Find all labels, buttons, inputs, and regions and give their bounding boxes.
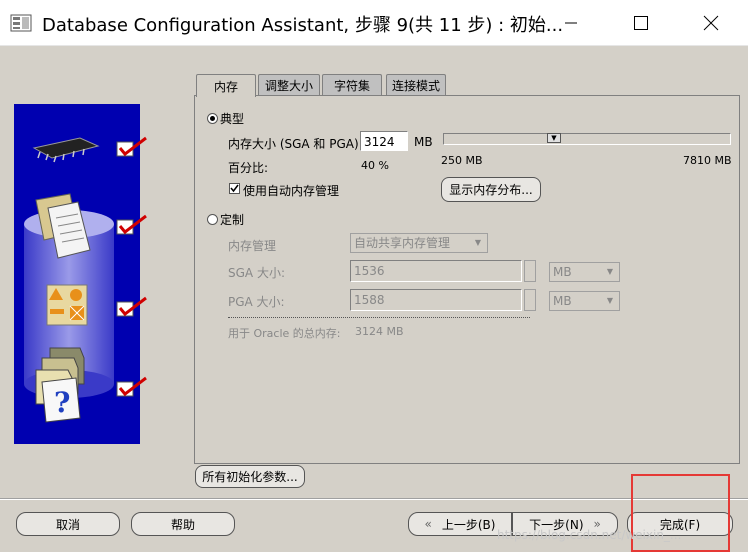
custom-radio-label: 定制 [220,213,245,227]
memory-size-label: 内存大小 (SGA 和 PGA): [228,137,363,151]
memory-chip-icon [32,137,100,163]
minimize-button[interactable] [548,0,594,45]
typical-radio-label: 典型 [220,112,245,126]
watermark-text: https://blog.csdn.net/weixin_... [497,528,682,542]
tab-connection-mode[interactable]: 连接模式 [386,74,446,96]
dialog-client-area: ? 内存 调整大小 字符集 连接模式 典型 内存大小 (SGA 和 PGA): … [0,46,748,552]
check-mark-icon [116,136,147,157]
tab-character-sets[interactable]: 字符集 [322,74,382,96]
step-check-1 [116,136,150,161]
memory-size-input[interactable]: 3124 [360,131,408,151]
sga-unit-select[interactable]: MB ▼ [549,262,620,282]
minimize-icon [565,22,577,23]
svg-text:?: ? [54,386,70,419]
title-bar: Database Configuration Assistant, 步骤 9(共… [0,0,748,46]
folders-help-icon: ? [35,347,85,423]
percent-label: 百分比: [228,161,269,175]
memory-management-value: 自动共享内存管理 [354,236,451,250]
maximize-button[interactable] [618,0,664,45]
slider-min-label: 250 MB [441,154,483,167]
database-app-icon [10,14,32,32]
auto-memory-label: 使用自动内存管理 [243,184,340,198]
shapes-icon [46,284,88,326]
slider-max-label: 7810 MB [683,154,732,167]
memory-size-unit: MB [414,135,433,149]
memory-size-slider[interactable]: ▼ [443,133,731,145]
chevron-down-icon: ▼ [606,267,614,276]
step-check-4 [116,376,150,401]
tab-memory[interactable]: 内存 [196,74,256,97]
window-title: Database Configuration Assistant, 步骤 9(共… [42,15,564,36]
memory-tab-panel: 典型 内存大小 (SGA 和 PGA): 3124 MB ▼ 250 MB 78… [194,95,740,464]
pga-unit-value: MB [553,294,572,308]
total-memory-value: 3124 MB [355,325,404,338]
back-button-label: 上一步(B) [441,517,496,532]
pga-unit-select[interactable]: MB ▼ [549,291,620,311]
sga-size-label: SGA 大小: [228,266,285,280]
custom-divider [228,317,530,318]
sga-size-input[interactable]: 1536 [350,260,522,282]
check-mark-icon [116,296,147,317]
all-init-params-button[interactable]: 所有初始化参数... [195,465,305,488]
step-check-3 [116,296,150,321]
close-button[interactable] [688,0,734,45]
check-mark-icon [116,376,147,397]
chevron-down-icon: ▼ [474,238,482,247]
custom-radio[interactable] [207,214,218,225]
show-memory-distribution-button[interactable]: 显示内存分布... [441,177,541,202]
tab-sizing[interactable]: 调整大小 [258,74,320,96]
cancel-button[interactable]: 取消 [16,512,120,536]
chevron-down-icon: ▼ [606,296,614,305]
footer-separator [0,498,748,500]
total-memory-label: 用于 Oracle 的总内存: [228,327,341,340]
typical-radio[interactable] [207,113,218,124]
memory-management-select[interactable]: 自动共享内存管理 ▼ [350,233,488,253]
pga-size-input[interactable]: 1588 [350,289,522,311]
auto-memory-checkbox[interactable] [229,183,240,194]
checkbox-check-icon [230,184,239,193]
pga-size-spinner[interactable] [524,289,536,311]
maximize-icon [634,15,648,30]
chevron-left-double-icon: « [424,517,432,531]
sga-unit-value: MB [553,265,572,279]
help-button[interactable]: 帮助 [131,512,235,536]
check-mark-icon [116,214,147,235]
slider-thumb[interactable]: ▼ [547,133,561,143]
percent-value: 40 % [361,159,389,172]
close-icon [703,15,719,30]
step-check-2 [116,214,150,239]
pga-size-label: PGA 大小: [228,295,285,309]
memory-management-label: 内存管理 [228,239,277,253]
sga-size-spinner[interactable] [524,260,536,282]
documents-icon [35,193,91,259]
